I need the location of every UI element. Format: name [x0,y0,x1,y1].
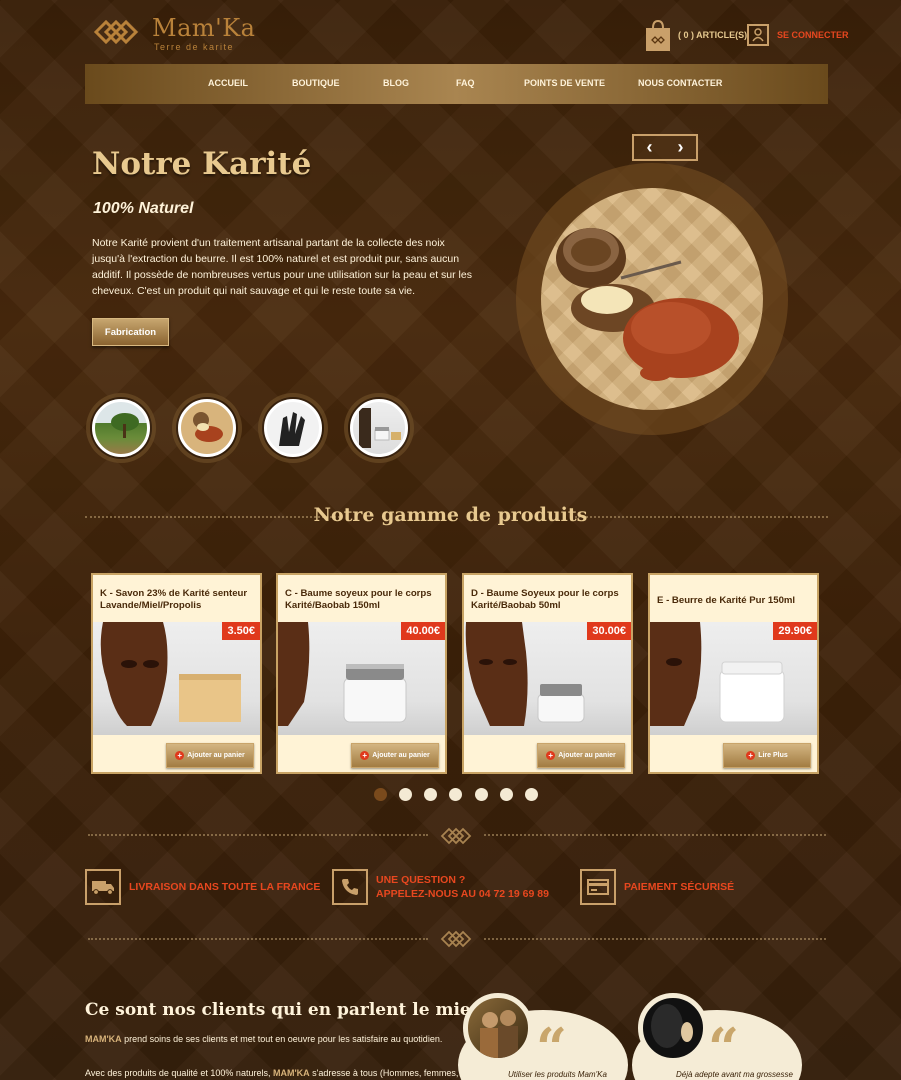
login-link[interactable]: SE CONNECTER [747,24,849,46]
add-to-cart-label: Ajouter au panier [372,752,430,759]
add-to-cart-button[interactable]: + Ajouter au panier [166,743,254,768]
hands-image [264,399,322,457]
phone-icon [332,869,368,905]
question-text: UNE QUESTION ? APPELEZ-NOUS AU 04 72 19 … [376,873,549,901]
product-title[interactable]: K - Savon 23% de Karité senteur Lavande/… [100,588,258,612]
feature-question: UNE QUESTION ? APPELEZ-NOUS AU 04 72 19 … [332,869,549,905]
logo[interactable]: Mam'Ka Terre de karite [92,12,262,54]
price-badge: 29.90€ [773,622,817,640]
carousel-dot-3[interactable] [424,788,437,801]
product-card[interactable]: D - Baume Soyeux pour le corps Karité/Ba… [462,573,633,774]
hero-title: Notre Karité [92,146,312,182]
testimonial-quote-1: Utiliser les produits Mam'Ka [508,1070,607,1079]
cart-button[interactable]: ( 0 ) ARTICLE(S) [644,18,747,52]
price-badge: 40.00€ [401,622,445,640]
knot-divider-icon [440,930,472,948]
slider-arrows: ‹ › [632,134,698,161]
product-image[interactable]: 3.50€ [93,622,260,735]
delivery-label: LIVRAISON DANS TOUTE LA FRANCE [129,881,321,893]
testimonials-paragraph-2: Avec des produits de qualité et 100% nat… [85,1068,458,1078]
testimonial-quote-2: Déjà adepte avant ma grossesse [676,1070,793,1079]
product-title[interactable]: C - Baume soyeux pour le corps Karité/Ba… [285,588,443,612]
plus-icon: + [546,751,556,760]
plus-icon: + [746,751,756,760]
hero-subtitle: 100% Naturel [93,200,194,217]
divider-right [484,834,826,836]
add-to-cart-label: Ajouter au panier [187,752,245,759]
payment-label: PAIEMENT SÉCURISÉ [624,881,735,893]
nav-item-blog[interactable]: BLOG [383,78,409,88]
product-card[interactable]: K - Savon 23% de Karité senteur Lavande/… [91,573,262,774]
product-card[interactable]: C - Baume soyeux pour le corps Karité/Ba… [276,573,447,774]
carousel-dot-5[interactable] [475,788,488,801]
add-to-cart-button[interactable]: + Ajouter au panier [351,743,439,768]
carousel-dot-1[interactable] [374,788,387,801]
paragraph-2-start: Avec des produits de qualité et 100% nat… [85,1068,273,1078]
main-nav: ACCUEIL BOUTIQUE BLOG FAQ POINTS DE VENT… [85,64,828,104]
karite-powder-image [178,399,236,457]
carousel-dot-2[interactable] [399,788,412,801]
logo-tagline: Terre de karite [154,42,235,52]
divider-right-2 [484,938,826,940]
feature-payment: PAIEMENT SÉCURISÉ [580,869,734,905]
read-more-button[interactable]: + Lire Plus [723,743,811,768]
jars-image [350,399,408,457]
divider-left [88,834,428,836]
price-badge: 3.50€ [222,622,260,640]
login-label: SE CONNECTER [777,30,849,40]
user-icon [747,24,769,46]
product-image[interactable]: 29.90€ [650,622,817,735]
slide-thumb-3[interactable] [258,393,328,463]
product-title[interactable]: E - Beurre de Karité Pur 150ml [657,595,815,607]
add-to-cart-button[interactable]: + Ajouter au panier [537,743,625,768]
credit-card-icon [580,869,616,905]
feature-delivery: LIVRAISON DANS TOUTE LA FRANCE [85,869,320,905]
product-image[interactable]: 30.00€ [464,622,631,735]
products-section-title: Notre gamme de produits [313,504,588,526]
fabrication-button[interactable]: Fabrication [92,318,169,346]
carousel-dot-6[interactable] [500,788,513,801]
carousel-dot-4[interactable] [449,788,462,801]
question-line-1: UNE QUESTION ? [376,874,466,886]
testimonial-avatar-2 [638,993,708,1063]
hero-karite-image [541,188,763,410]
truck-icon [85,869,121,905]
testimonials-paragraph-1: MAM'KA prend soins de ses clients et met… [85,1034,442,1044]
slide-thumb-1[interactable] [86,393,156,463]
nav-item-accueil[interactable]: ACCUEIL [208,78,248,88]
hero-slide-frame [516,163,788,435]
carousel-dot-7[interactable] [525,788,538,801]
arrow-right-icon[interactable]: › [678,137,684,158]
testimonial-avatar-1 [463,993,533,1063]
product-image[interactable]: 40.00€ [278,622,445,735]
product-card[interactable]: E - Beurre de Karité Pur 150ml 29.90€ + … [648,573,819,774]
nav-item-points-de-vente[interactable]: POINTS DE VENTE [524,78,605,88]
brand-name: MAM'KA [85,1034,122,1044]
paragraph-2-rest: s'adresse à tous (Hommes, femmes, [309,1068,459,1078]
nav-item-boutique[interactable]: BOUTIQUE [292,78,340,88]
cart-count: ( 0 ) ARTICLE(S) [678,30,748,40]
plus-icon: + [175,751,185,760]
slide-thumb-4[interactable] [344,393,414,463]
price-badge: 30.00€ [587,622,631,640]
plus-icon: + [360,751,370,760]
product-title[interactable]: D - Baume Soyeux pour le corps Karité/Ba… [471,588,629,612]
arrow-left-icon[interactable]: ‹ [647,137,653,158]
knot-divider-icon [440,827,472,845]
slide-thumb-2[interactable] [172,393,242,463]
brand-name: MAM'KA [272,1068,310,1078]
paragraph-1-text: prend soins de ses clients et met tout e… [121,1034,443,1044]
testimonials-title: Ce sont nos clients qui en parlent le mi… [85,1000,511,1020]
phone-number[interactable]: APPELEZ-NOUS AU 04 72 19 69 89 [376,887,549,901]
tree-landscape-image [92,399,150,457]
nav-item-faq[interactable]: FAQ [456,78,475,88]
logo-knot-icon [93,19,139,45]
nav-item-nous-contacter[interactable]: NOUS CONTACTER [638,78,722,88]
logo-name: Mam'Ka [152,14,256,42]
add-to-cart-label: Ajouter au panier [558,752,616,759]
read-more-label: Lire Plus [758,752,788,759]
shopping-bag-icon [646,19,670,51]
divider-left-2 [88,938,428,940]
hero-description: Notre Karité provient d'un traitement ar… [92,237,472,297]
